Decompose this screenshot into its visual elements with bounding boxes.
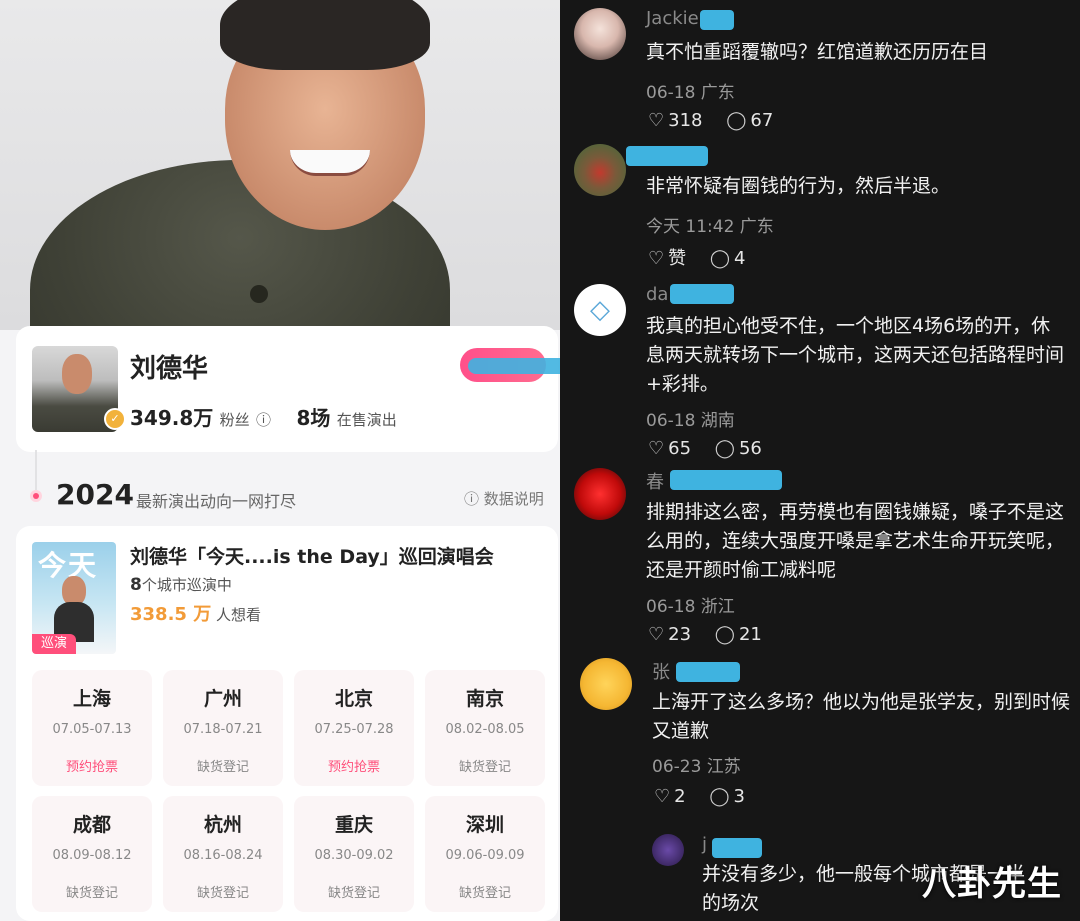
reply-button[interactable]: ◯ 4 <box>710 248 746 269</box>
comment-item: Jackie 真不怕重蹈覆辙吗？红馆道歉还历历在目 06-18 广东 ♡ 318 … <box>560 8 1080 140</box>
redaction-mark <box>670 470 782 490</box>
city-card[interactable]: 成都 08.09-08.12 缺货登记 <box>32 796 152 912</box>
city-status[interactable]: 缺货登记 <box>425 756 545 775</box>
tour-title[interactable]: 刘德华「今天....is the Day」巡回演唱会 <box>130 542 494 569</box>
city-status[interactable]: 缺货登记 <box>425 882 545 901</box>
heart-icon: ♡ <box>648 248 665 269</box>
city-status[interactable]: 预约抢票 <box>294 756 414 775</box>
comment-username[interactable]: 张 <box>652 658 670 684</box>
city-card[interactable]: 杭州 08.16-08.24 缺货登记 <box>163 796 283 912</box>
comment-text: 非常怀疑有圈钱的行为，然后半退。 <box>646 175 951 197</box>
redaction-mark <box>670 284 734 304</box>
comment-meta: 06-23 江苏 <box>652 757 741 777</box>
comment-username[interactable]: da <box>646 284 668 305</box>
tour-want-count: 338.5 万 人想看 <box>130 604 261 625</box>
heart-icon: ♡ <box>648 438 665 459</box>
redaction-mark <box>676 662 740 682</box>
comment-bubble-icon: ◯ <box>726 110 747 131</box>
timeline-year: 2024 <box>56 478 134 511</box>
like-button[interactable]: ♡ 2 <box>654 786 686 807</box>
comments-panel: Jackie 真不怕重蹈覆辙吗？红馆道歉还历历在目 06-18 广东 ♡ 318 … <box>560 0 1080 921</box>
concert-app-panel: ✓ 刘德华 349.8万 粉丝 ⓘ 8场 在售演出 2024 最新演出动向一网打… <box>0 0 560 921</box>
reply-button[interactable]: ◯ 67 <box>726 110 773 131</box>
comment-text: 我真的担心他受不住，一个地区4场6场的开，休息两天就转场下一个城市，这两天还包括… <box>646 315 1065 395</box>
timeline-header: 2024 最新演出动向一网打尽 ⓘ 数据说明 <box>0 450 560 518</box>
user-avatar[interactable] <box>574 144 626 196</box>
comment-bubble-icon: ◯ <box>714 438 735 459</box>
comment-text: 排期排这么密，再劳模也有圈钱嫌疑，嗓子不是这么用的，连续大强度开嗓是拿艺术生命开… <box>646 501 1065 581</box>
comment-item: 非常怀疑有圈钱的行为，然后半退。 今天 11:42 广东 ♡ 赞 ◯ 4 <box>560 144 1080 276</box>
user-avatar[interactable] <box>580 658 632 710</box>
user-avatar[interactable] <box>574 8 626 60</box>
city-status[interactable]: 缺货登记 <box>163 882 283 901</box>
like-button[interactable]: ♡ 65 <box>648 438 691 459</box>
comment-actions: ♡ 2 ◯ 3 <box>654 786 763 807</box>
city-card[interactable]: 上海 07.05-07.13 预约抢票 <box>32 670 152 786</box>
watermark: 八卦先生 <box>922 864 1062 904</box>
comment-meta: 06-18 浙江 <box>646 597 735 617</box>
reply-button[interactable]: ◯ 56 <box>715 438 762 459</box>
artist-name: 刘德华 <box>130 354 209 384</box>
redaction-mark <box>712 838 762 858</box>
redaction-mark <box>626 146 708 166</box>
city-status[interactable]: 缺货登记 <box>163 756 283 775</box>
tour-cities: 8个城市巡演中 <box>130 575 232 595</box>
shows-count: 8场 <box>296 406 331 430</box>
user-avatar[interactable] <box>574 468 626 520</box>
timeline-dot-icon <box>30 490 42 502</box>
like-button[interactable]: ♡ 318 <box>648 110 703 131</box>
city-card[interactable]: 深圳 09.06-09.09 缺货登记 <box>425 796 545 912</box>
comment-bubble-icon: ◯ <box>714 624 735 645</box>
timeline-subtitle: 最新演出动向一网打尽 <box>136 492 297 511</box>
artist-hero-photo <box>0 0 560 330</box>
comment-bubble-icon: ◯ <box>709 248 731 269</box>
shows-label: 在售演出 <box>336 411 397 429</box>
city-status[interactable]: 预约抢票 <box>32 756 152 775</box>
diamond-avatar-icon[interactable]: ◇ <box>574 284 626 336</box>
comment-item: 张 上海开了这么多场？他以为他是张学友，别到时候又道歉 06-23 江苏 ♡ 2 … <box>560 658 1080 828</box>
tour-tag-badge: 巡演 <box>32 634 76 654</box>
like-button[interactable]: ♡ 23 <box>648 624 691 645</box>
comment-item: ◇ da 我真的担心他受不住，一个地区4场6场的开，休息两天就转场下一个城市，这… <box>560 284 1080 464</box>
city-card[interactable]: 北京 07.25-07.28 预约抢票 <box>294 670 414 786</box>
comment-text: 真不怕重蹈覆辙吗？红馆道歉还历历在目 <box>646 41 989 63</box>
comment-bubble-icon: ◯ <box>709 786 730 807</box>
comment-actions: ♡ 65 ◯ 56 <box>648 438 780 459</box>
data-info-link[interactable]: ⓘ 数据说明 <box>464 488 544 509</box>
comment-username[interactable]: j <box>702 834 707 855</box>
redaction-mark <box>700 10 734 30</box>
city-status[interactable]: 缺货登记 <box>294 882 414 901</box>
comment-username[interactable]: Jackie <box>646 8 699 29</box>
heart-icon: ♡ <box>648 110 665 131</box>
fans-label: 粉丝 <box>219 411 250 429</box>
artist-profile-card[interactable]: ✓ 刘德华 349.8万 粉丝 ⓘ 8场 在售演出 <box>16 326 560 452</box>
fans-count: 349.8万 <box>130 406 214 430</box>
reply-button[interactable]: ◯ 3 <box>709 786 745 807</box>
artist-stats: 349.8万 粉丝 ⓘ 8场 在售演出 <box>130 402 397 431</box>
comment-item: 春 排期排这么密，再劳模也有圈钱嫌疑，嗓子不是这么用的，连续大强度开嗓是拿艺术生… <box>560 468 1080 648</box>
city-status[interactable]: 缺货登记 <box>32 882 152 901</box>
city-card[interactable]: 广州 07.18-07.21 缺货登记 <box>163 670 283 786</box>
heart-icon: ♡ <box>648 624 665 645</box>
tour-card[interactable]: 今天 巡演 刘德华「今天....is the Day」巡回演唱会 8个城市巡演中… <box>16 526 558 921</box>
reply-button[interactable]: ◯ 21 <box>715 624 762 645</box>
comment-meta: 今天 11:42 广东 <box>646 217 774 237</box>
comment-actions: ♡ 23 ◯ 21 <box>648 624 780 645</box>
user-avatar[interactable] <box>652 834 684 866</box>
comment-meta: 06-18 广东 <box>646 83 735 103</box>
comment-username[interactable]: 春 <box>646 468 664 494</box>
city-card[interactable]: 南京 08.02-08.05 缺货登记 <box>425 670 545 786</box>
verified-badge-icon: ✓ <box>104 408 126 430</box>
city-card[interactable]: 重庆 08.30-09.02 缺货登记 <box>294 796 414 912</box>
redaction-mark <box>468 358 560 374</box>
heart-icon: ♡ <box>654 786 671 807</box>
comment-actions: ♡ 318 ◯ 67 <box>648 110 791 131</box>
comment-meta: 06-18 湖南 <box>646 411 735 431</box>
comment-text: 上海开了这么多场？他以为他是张学友，别到时候又道歉 <box>652 691 1071 742</box>
like-button[interactable]: ♡ 赞 <box>648 248 686 269</box>
comment-actions: ♡ 赞 ◯ 4 <box>648 244 763 270</box>
info-icon[interactable]: ⓘ <box>256 411 271 429</box>
